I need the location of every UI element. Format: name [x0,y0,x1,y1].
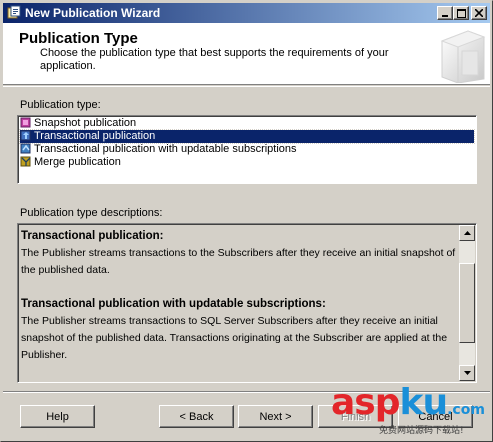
publication-type-descriptions-label: Publication type descriptions: [20,207,163,219]
descriptions-content: Transactional publication: The Publisher… [21,228,459,364]
list-item-label: Transactional publication [34,130,156,142]
description-heading: Transactional publication with updatable… [21,298,326,310]
descriptions-textbox[interactable]: Transactional publication: The Publisher… [17,223,477,383]
list-item-snapshot-publication[interactable]: Snapshot publication [20,117,474,130]
wizard-app-icon [6,5,22,21]
snapshot-publication-icon [20,117,32,128]
list-item-transactional-updatable[interactable]: Transactional publication with updatable… [20,143,474,156]
page-title: Publication Type [19,30,138,47]
arrow-up-icon [463,231,471,235]
list-item-label: Transactional publication with updatable… [34,143,297,155]
scroll-thumb[interactable] [459,263,475,343]
scroll-down-button[interactable] [459,365,475,381]
next-button[interactable]: Next > [238,405,313,428]
finish-button[interactable]: Finish [318,405,393,428]
transactional-updatable-publication-icon [20,143,32,154]
list-item-label: Merge publication [34,156,121,168]
list-item-merge-publication[interactable]: Merge publication [20,156,474,169]
close-icon [475,9,483,17]
help-button[interactable]: Help [20,405,95,428]
page-subtitle: Choose the publication type that best su… [40,47,389,72]
header-divider [3,86,490,87]
description-text: The Publisher streams transactions to th… [21,247,456,276]
window-title: New Publication Wizard [25,6,161,20]
description-heading: Transactional publication: [21,230,164,242]
vertical-scrollbar[interactable] [459,225,475,381]
publication-type-list[interactable]: Snapshot publication Transactional publi… [17,115,477,184]
wizard-header: Publication Type Choose the publication … [3,23,490,85]
minimize-icon [442,15,448,17]
list-item-transactional-publication[interactable]: Transactional publication [19,129,475,144]
wizard-window: New Publication Wizard Publication Type … [0,0,493,442]
arrow-down-icon [463,371,471,375]
transactional-publication-icon [20,130,32,141]
scroll-up-button[interactable] [459,225,475,241]
maximize-icon [456,8,466,18]
wizard-banner-icon [430,25,488,84]
close-button[interactable] [471,6,487,20]
description-text: The Publisher streams transactions to SQ… [21,315,448,361]
merge-publication-icon [20,156,32,167]
back-button[interactable]: < Back [159,405,234,428]
title-bar[interactable]: New Publication Wizard [3,3,490,23]
list-item-label: Snapshot publication [34,117,137,129]
publication-type-label: Publication type: [20,99,101,111]
maximize-button[interactable] [453,6,469,20]
minimize-button[interactable] [437,6,453,20]
cancel-button[interactable]: Cancel [398,405,473,428]
